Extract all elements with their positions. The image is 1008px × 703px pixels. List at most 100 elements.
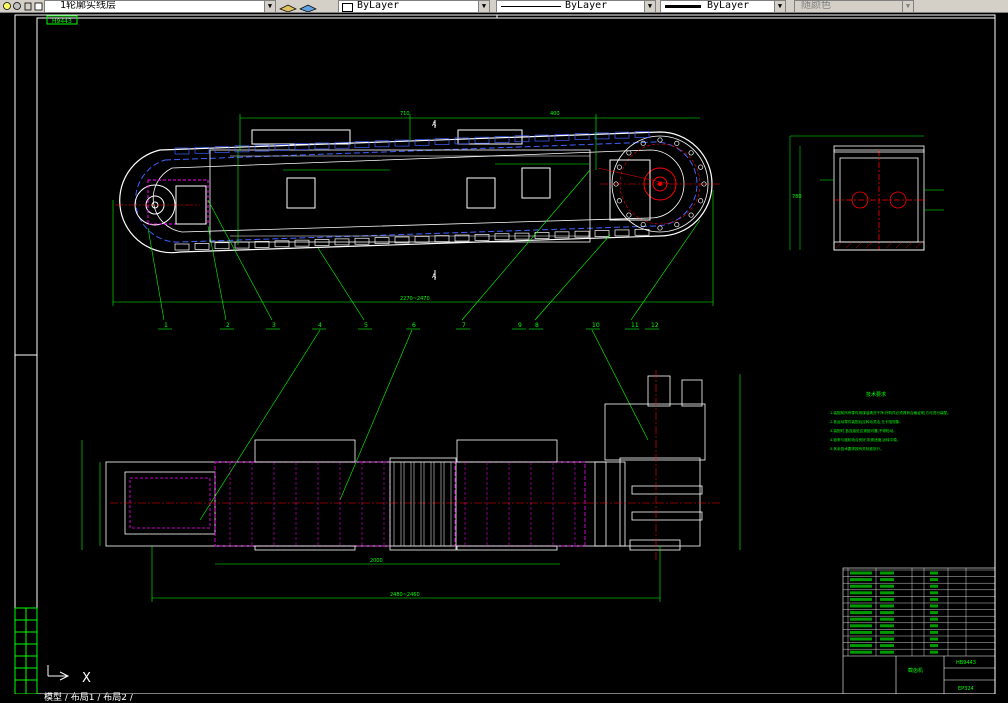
dim-bottom-inner: 2000 [370,558,383,564]
lineweight-dropdown[interactable]: ByLayer ▼ [660,0,786,13]
bom-cell-mark [930,637,938,641]
chain-links [174,131,650,251]
bom-cell-mark [880,624,894,628]
chain-plate [443,461,452,547]
layer-name: 1轮廓实线层 [60,0,117,11]
chevron-down-icon: ▼ [902,1,913,12]
chain-link [414,235,430,243]
bom-cell-mark [850,604,872,608]
bom-cell-mark [880,591,894,595]
layout-tabs-text[interactable]: 模型 / 布局1 / 布局2 / [44,694,133,703]
sprocket-tooth [626,212,632,218]
chain-link [234,241,250,249]
dimension-lines-top [112,114,714,306]
chain-plate [423,461,432,547]
dim-bottom-overall: 2480~2460 [390,592,420,598]
linetype-sample-icon [501,6,561,7]
bom-cell-mark [850,624,872,628]
bom-cell-mark [930,624,938,628]
linetype-value: ByLayer [565,0,608,11]
chain-link [294,239,310,247]
bom-cell-mark [850,637,872,641]
bom-cell-mark [850,571,872,575]
color-value: ByLayer [357,0,400,11]
note-line: 1.装配前所有零件用煤油清洗干净,外购件必须具有合格证明,方可进行装配。 [830,410,951,415]
bom-cell-mark [880,611,894,615]
dim-top-span: 710 [400,111,410,117]
plotstyle-dropdown: 随颜色 ▼ [794,0,914,13]
sprocket-tooth [688,150,694,156]
bom-cell-mark [850,644,872,648]
chain-link [534,232,550,239]
title-block-drawing-no: EP324 [958,686,974,692]
note-line: 3.装配时,各连接处应紧固可靠,不得松动。 [830,428,897,433]
chain-link [494,233,510,241]
chain-link [374,237,390,244]
linetype-dropdown[interactable]: ByLayer ▼ [496,0,656,13]
layout-tabs[interactable]: 模型 / 布局1 / 布局2 / [0,694,1008,703]
bom-cell-mark [930,597,938,601]
make-object-layer-current-icon[interactable] [278,1,318,12]
bom-cell-mark [880,584,894,588]
chain-link [194,243,210,250]
bom-cell-mark [930,630,938,634]
balloon-label: 1 [164,322,168,329]
ucs-icon [47,665,70,681]
sprocket-tooth [616,198,622,204]
sprocket-tooth [657,225,663,231]
side-view-chain-conveyor: A A [115,120,720,280]
bom-cell-mark [930,650,938,654]
bom-cell-mark [880,597,894,601]
vertical-scrollbar[interactable] [997,13,1008,693]
sprocket-tooth [616,164,622,170]
sprocket-tooth [626,150,632,156]
color-swatch-icon [342,3,353,12]
chain-link [214,242,230,250]
balloon-label: 3 [272,322,276,329]
bom-cell-mark [880,630,894,634]
layer-tools[interactable] [278,0,318,12]
sprocket-tooth [674,222,680,228]
bom-cell-mark [930,584,938,588]
chevron-down-icon[interactable]: ▼ [774,1,785,12]
chevron-down-icon[interactable]: ▼ [264,1,275,12]
axis-x-label: X [82,671,91,686]
layer-dropdown[interactable]: 1轮廓实线层 ▼ [44,0,276,13]
bom-cell-mark [880,617,894,621]
svg-text:A: A [432,273,437,280]
balloon-label: 4 [318,322,322,329]
bom-cell-mark [880,637,894,641]
lineweight-value: ByLayer [707,0,750,11]
bom-cell-mark [880,644,894,648]
plan-view-conveyor [105,370,720,560]
chevron-down-icon[interactable]: ▼ [644,1,655,12]
bom-cell-mark [850,617,872,621]
chain-plate [433,461,442,547]
layer-on-bulb-icon[interactable] [2,1,44,12]
chevron-down-icon[interactable]: ▼ [478,1,489,12]
dim-top-span2: 400 [550,111,560,117]
note-line: 2.各运动零件装配后应转动灵活,无卡阻现象。 [830,419,903,424]
balloon-label: 2 [226,322,230,329]
chain-link [354,237,370,245]
drawing-canvas[interactable]: H9443 A A 710 400 2270~2470 1 2 3 4 5 6 … [0,13,1008,703]
chain-link [314,239,330,246]
bom-cell-mark [850,584,872,588]
lineweight-sample-icon [665,5,701,8]
balloon-label: 11 [631,322,639,329]
revision-strip [14,607,38,695]
title-block-company: HB9443 [956,660,976,666]
color-dropdown[interactable]: ByLayer ▼ [338,0,490,13]
chain-link [474,234,490,241]
bom-cell-mark [880,604,894,608]
title-block-name: 截齿机 [908,667,923,674]
balloon-label: 5 [364,322,368,329]
chain-link [174,243,190,251]
layer-state-icons[interactable] [2,0,44,12]
balloon-label: 12 [651,322,659,329]
balloon-labels: 1 2 3 4 5 6 7 89 10 11 12 [158,322,659,330]
notes-title: 技术要求 [866,391,886,398]
chain-plate [393,461,402,547]
sprocket-tooth [674,140,680,146]
bom-cell-mark [850,611,872,615]
